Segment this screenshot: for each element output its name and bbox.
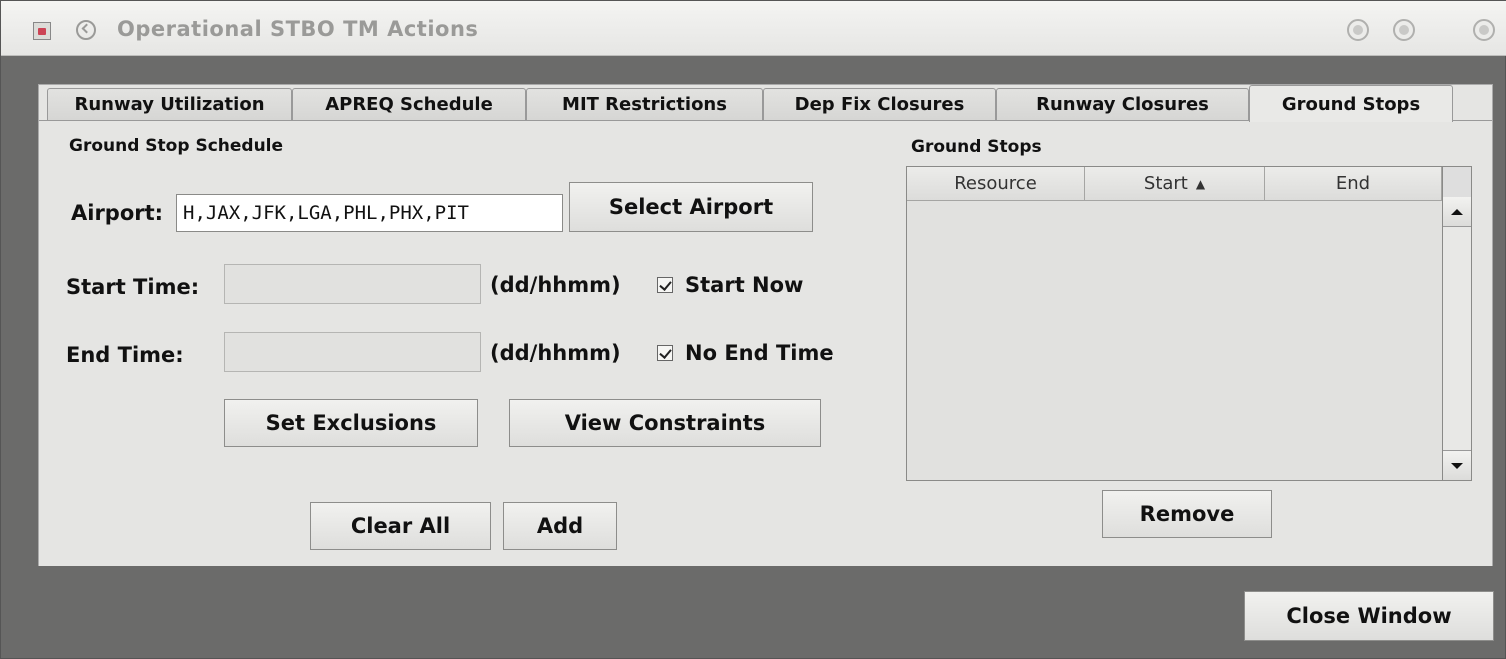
column-header-label: End [1335, 173, 1371, 194]
ground-stops-label: Ground Stops [911, 137, 1042, 157]
end-time-input[interactable] [224, 332, 481, 372]
view-constraints-button[interactable]: View Constraints [509, 399, 821, 447]
end-time-label: End Time: [66, 343, 184, 367]
app-icon [33, 22, 51, 40]
airport-label: Airport: [71, 201, 164, 225]
start-time-label: Start Time: [66, 275, 200, 299]
start-now-checkbox[interactable] [657, 277, 673, 293]
window-menu-icon[interactable] [76, 20, 96, 40]
remove-button[interactable]: Remove [1102, 490, 1272, 538]
tab-ground-stops[interactable]: Ground Stops [1249, 85, 1453, 122]
tab-bar: Runway Utilization APREQ Schedule MIT Re… [39, 85, 1492, 122]
add-button[interactable]: Add [503, 502, 617, 550]
no-end-time-checkbox[interactable] [657, 345, 673, 361]
table-header: Resource Start ▲ End [907, 167, 1442, 201]
start-time-format: (dd/hhmm) [490, 273, 621, 297]
scroll-down-icon[interactable] [1443, 450, 1471, 480]
close-icon[interactable] [1473, 19, 1495, 41]
scroll-track[interactable] [1443, 227, 1471, 450]
window-title: Operational STBO TM Actions [117, 17, 479, 41]
end-time-format: (dd/hhmm) [490, 341, 621, 365]
airport-input[interactable]: H,JAX,JFK,LGA,PHL,PHX,PIT [176, 194, 563, 232]
column-header-resource[interactable]: Resource [907, 167, 1085, 201]
ground-stops-panel: Ground Stop Schedule Airport: H,JAX,JFK,… [39, 120, 1492, 566]
column-header-label: Start [1143, 173, 1188, 194]
sort-ascending-icon: ▲ [1195, 176, 1206, 191]
tab-apreq-schedule[interactable]: APREQ Schedule [292, 88, 526, 120]
scroll-up-icon[interactable] [1443, 197, 1471, 227]
start-now-label: Start Now [685, 273, 804, 297]
select-airport-button[interactable]: Select Airport [569, 182, 813, 232]
no-end-time-label: No End Time [685, 341, 834, 365]
tab-mit-restrictions[interactable]: MIT Restrictions [526, 88, 763, 120]
column-header-label: Resource [954, 173, 1037, 194]
app-window: Operational STBO TM Actions Runway Utili… [0, 0, 1506, 659]
start-time-input[interactable] [224, 264, 481, 304]
maximize-icon[interactable] [1393, 19, 1415, 41]
column-header-end[interactable]: End [1265, 167, 1442, 201]
tab-dep-fix-closures[interactable]: Dep Fix Closures [763, 88, 996, 120]
set-exclusions-button[interactable]: Set Exclusions [224, 399, 478, 447]
clear-all-button[interactable]: Clear All [310, 502, 491, 550]
minimize-icon[interactable] [1347, 19, 1369, 41]
vertical-scrollbar[interactable] [1442, 167, 1471, 480]
ground-stops-table[interactable]: Resource Start ▲ End [906, 166, 1472, 481]
title-bar[interactable]: Operational STBO TM Actions [1, 1, 1506, 56]
column-header-start[interactable]: Start ▲ [1085, 167, 1265, 201]
close-window-button[interactable]: Close Window [1244, 591, 1494, 641]
tab-runway-closures[interactable]: Runway Closures [996, 88, 1249, 120]
tab-runway-utilization[interactable]: Runway Utilization [47, 88, 292, 120]
tabbed-pane: Runway Utilization APREQ Schedule MIT Re… [38, 84, 1493, 566]
ground-stop-schedule-label: Ground Stop Schedule [69, 136, 284, 156]
